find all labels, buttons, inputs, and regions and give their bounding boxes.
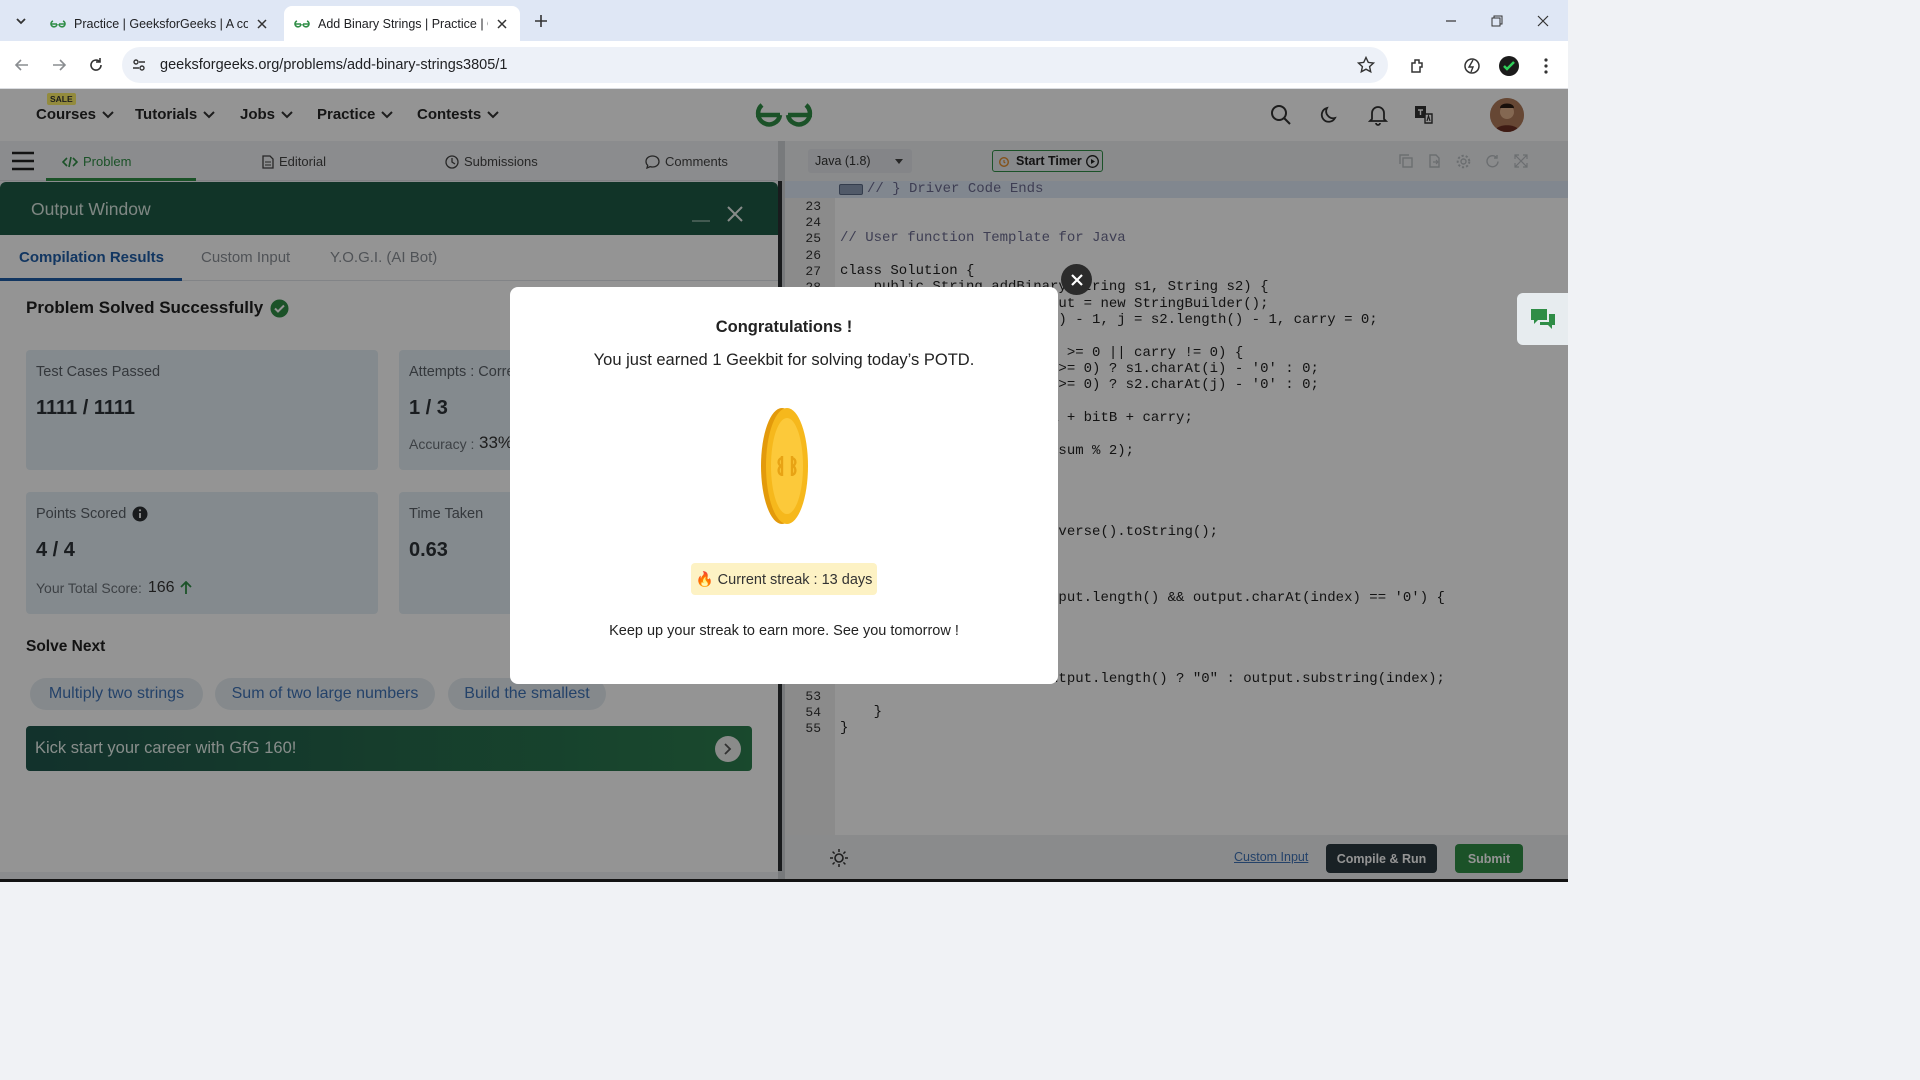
- browser-menu-icon[interactable]: [1534, 53, 1558, 79]
- close-modal-button[interactable]: [1061, 264, 1092, 295]
- address-bar[interactable]: geeksforgeeks.org/problems/add-binary-st…: [122, 47, 1388, 83]
- gfg-favicon-icon: [294, 19, 310, 28]
- browser-tab-add-binary[interactable]: Add Binary Strings | Practice | Geeksfor…: [284, 6, 520, 41]
- modal-title: Congratulations !: [715, 318, 853, 336]
- browser-tab-bar: Practice | GeeksforGeeks | A computer sc…: [0, 0, 1568, 41]
- performance-icon[interactable]: [1459, 53, 1485, 79]
- back-icon[interactable]: [10, 53, 34, 77]
- tab-title: Add Binary Strings | Practice | Geeksfor…: [318, 16, 488, 31]
- url-text: geeksforgeeks.org/problems/add-binary-st…: [160, 57, 508, 73]
- close-tab-icon[interactable]: [494, 16, 510, 32]
- browser-tab-practice[interactable]: Practice | GeeksforGeeks | A computer sc…: [40, 6, 280, 41]
- chat-button[interactable]: [1517, 293, 1568, 345]
- site-info-icon[interactable]: [130, 56, 148, 74]
- reload-icon[interactable]: [84, 53, 108, 77]
- restore-window-icon[interactable]: [1484, 8, 1510, 34]
- tab-search-icon[interactable]: [8, 8, 34, 34]
- minimize-window-icon[interactable]: [1438, 8, 1464, 34]
- chat-bubbles-icon: [1530, 309, 1555, 329]
- new-tab-icon[interactable]: [528, 8, 554, 34]
- streak-badge: 🔥 Current streak : 13 days: [691, 563, 877, 595]
- forward-icon[interactable]: [47, 53, 71, 77]
- close-icon: [1070, 273, 1083, 286]
- geekbit-coin-icon: [760, 406, 810, 526]
- close-tab-icon[interactable]: [254, 16, 270, 32]
- gfg-favicon-icon: [50, 19, 66, 28]
- congratulations-modal: Congratulations ! You just earned 1 Geek…: [510, 287, 1058, 684]
- modal-footer-text: Keep up your streak to earn more. See yo…: [609, 623, 959, 639]
- profile-avatar-icon[interactable]: [1496, 53, 1522, 79]
- close-window-icon[interactable]: [1530, 8, 1556, 34]
- bookmark-star-icon[interactable]: [1356, 55, 1376, 75]
- extensions-icon[interactable]: [1405, 53, 1431, 79]
- modal-message: You just earned 1 Geekbit for solving to…: [593, 351, 975, 369]
- browser-toolbar: geeksforgeeks.org/problems/add-binary-st…: [0, 41, 1568, 89]
- tab-title: Practice | GeeksforGeeks | A computer sc…: [74, 16, 248, 31]
